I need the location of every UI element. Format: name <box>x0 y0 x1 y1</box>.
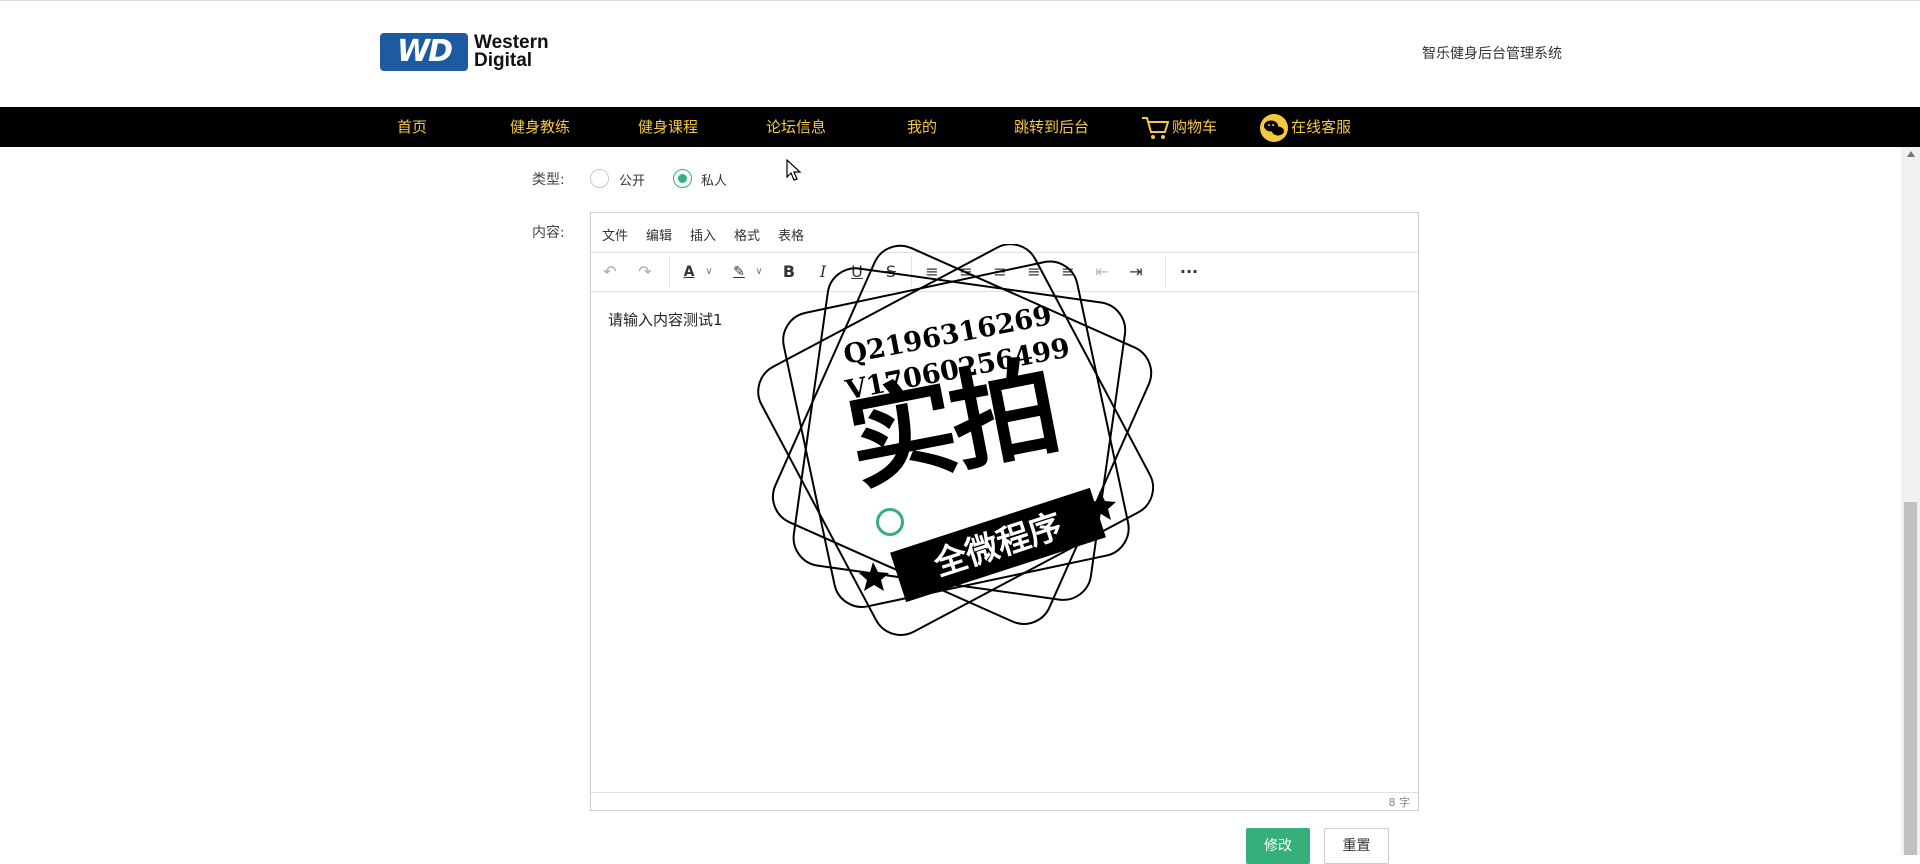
cart-label: 购物车 <box>1172 118 1218 136</box>
scroll-up-arrow-icon[interactable] <box>1907 151 1915 157</box>
redo-icon[interactable]: ↷ <box>634 261 656 283</box>
scroll-thumb[interactable] <box>1904 502 1917 855</box>
reset-button[interactable]: 重置 <box>1324 828 1389 864</box>
nav-item-courses[interactable]: 健身课程 <box>638 107 698 147</box>
word-count: 8 字 <box>1388 796 1411 809</box>
system-title: 智乐健身后台管理系统 <box>1422 46 1562 62</box>
menu-format[interactable]: 格式 <box>734 225 760 244</box>
menu-table[interactable]: 表格 <box>778 225 804 244</box>
nav-item-cart[interactable]: 购物车 <box>1140 107 1217 147</box>
nav-item-mine[interactable]: 我的 <box>907 107 937 147</box>
logo-mark: WD <box>380 33 468 71</box>
text-color-icon[interactable]: A <box>679 261 699 283</box>
page-scrollbar[interactable] <box>1901 147 1920 855</box>
content-label: 内容: <box>532 225 565 241</box>
radio-private[interactable] <box>673 169 692 188</box>
highlight-icon[interactable]: ✎ <box>729 261 749 283</box>
nav-item-coaches[interactable]: 健身教练 <box>510 107 570 147</box>
service-label: 在线客服 <box>1291 118 1352 136</box>
toolbar-separator <box>669 256 670 287</box>
radio-public[interactable] <box>590 169 609 188</box>
chevron-down-icon[interactable]: ∨ <box>703 261 715 283</box>
nav-item-service[interactable]: 在线客服 <box>1259 107 1351 147</box>
nav-item-home[interactable]: 首页 <box>397 107 427 147</box>
undo-icon[interactable]: ↶ <box>599 261 621 283</box>
save-button[interactable]: 修改 <box>1246 828 1310 864</box>
nav-item-forum[interactable]: 论坛信息 <box>766 107 826 147</box>
mouse-cursor-icon <box>786 159 802 181</box>
menu-file[interactable]: 文件 <box>602 225 628 244</box>
editor-content[interactable]: 请输入内容测试1 <box>608 309 723 330</box>
western-digital-logo[interactable]: WD Western Digital <box>380 33 570 73</box>
radio-public-label[interactable]: 公开 <box>619 170 645 189</box>
logo-wordmark: Western Digital <box>474 32 549 71</box>
more-icon[interactable]: ··· <box>1175 261 1203 283</box>
menu-insert[interactable]: 插入 <box>690 225 716 244</box>
type-label: 类型: <box>532 172 565 188</box>
radio-private-label[interactable]: 私人 <box>701 170 727 189</box>
editor-statusbar: 8 字 <box>591 792 1418 810</box>
watermark-stamp: Q2196316269 V17060256499 实拍 全微程序 <box>748 244 1168 654</box>
wechat-icon <box>1260 113 1288 142</box>
nav-item-admin[interactable]: 跳转到后台 <box>1014 107 1089 147</box>
cart-icon <box>1142 116 1170 139</box>
top-border <box>0 0 1920 1</box>
menu-edit[interactable]: 编辑 <box>646 225 672 244</box>
main-nav: 首页 健身教练 健身课程 论坛信息 我的 跳转到后台 购物车 在线客服 <box>0 107 1920 147</box>
